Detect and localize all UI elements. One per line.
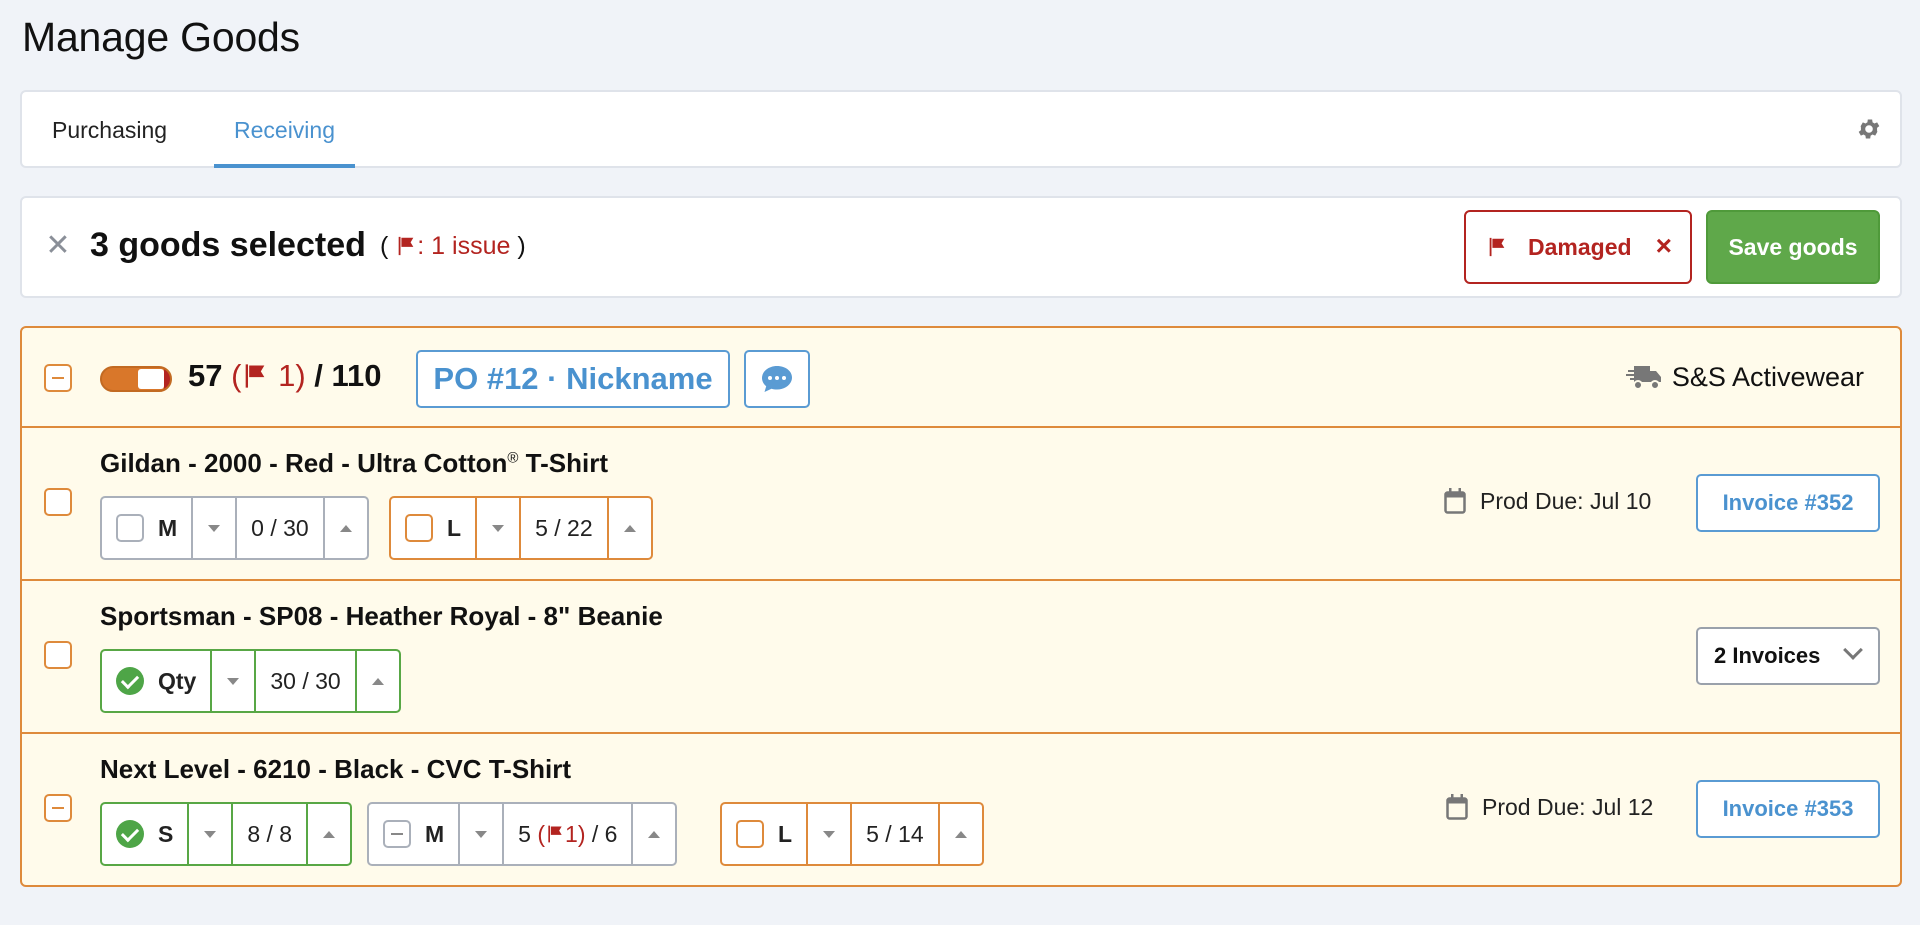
- check-circle-icon: [116, 667, 144, 695]
- selection-count: 3 goods selected: [90, 226, 366, 264]
- size-label: S: [102, 804, 187, 864]
- size-stepper-m: M 0 / 30: [100, 496, 369, 560]
- size-stepper-l: L 5 / 22: [389, 496, 653, 560]
- quantity-value[interactable]: 5 (1) / 6: [502, 804, 631, 864]
- size-checkbox[interactable]: [405, 514, 433, 542]
- selection-bar: ✕ 3 goods selected ( : 1 issue ) Damaged…: [20, 196, 1902, 298]
- list-item: Gildan - 2000 - Red - Ultra Cotton® T-Sh…: [22, 428, 1900, 581]
- size-label: L: [391, 498, 475, 558]
- progress-toggle[interactable]: [100, 366, 172, 392]
- quantity-value[interactable]: 5 / 22: [519, 498, 607, 558]
- purchase-order-panel: 57 ( 1) / 110 PO #12 · Nickname S&S Acti…: [20, 326, 1902, 887]
- flag-icon: [548, 825, 562, 843]
- tab-purchasing[interactable]: Purchasing: [32, 92, 187, 168]
- save-goods-button[interactable]: Save goods: [1706, 210, 1880, 284]
- issues-paren-open: (: [231, 358, 242, 393]
- calendar-icon: [1444, 488, 1466, 514]
- item-select-checkbox[interactable]: [44, 488, 72, 516]
- increment-button[interactable]: [606, 498, 651, 558]
- chevron-down-icon: [1843, 640, 1863, 660]
- item-title: Sportsman - SP08 - Heather Royal - 8" Be…: [100, 601, 663, 631]
- damaged-label: Damaged: [1528, 234, 1632, 260]
- vendor-name: S&S Activewear: [1625, 362, 1864, 393]
- total-count: 110: [331, 358, 382, 393]
- size-checkbox[interactable]: [383, 820, 411, 848]
- size-stepper-l: L 5 / 14: [720, 802, 984, 866]
- truck-icon: [1625, 366, 1661, 390]
- invoice-button[interactable]: Invoice #352: [1696, 474, 1880, 532]
- increment-button[interactable]: [322, 498, 367, 558]
- production-due: Prod Due: Jul 12: [1446, 794, 1653, 821]
- increment-button[interactable]: [937, 804, 982, 864]
- issues-count: 1: [278, 358, 296, 393]
- calendar-icon: [1446, 794, 1468, 820]
- item-title: Next Level - 6210 - Black - CVC T-Shirt: [100, 754, 572, 784]
- gear-icon[interactable]: [1856, 116, 1882, 142]
- size-checkbox[interactable]: [736, 820, 764, 848]
- increment-button[interactable]: [354, 651, 399, 711]
- issue-paren-open: (: [380, 232, 389, 260]
- item-select-checkbox[interactable]: [44, 641, 72, 669]
- tab-receiving[interactable]: Receiving: [214, 92, 355, 168]
- po-receive-counts: 57 ( 1) / 110: [188, 358, 382, 394]
- size-stepper-m: M 5 (1) / 6: [367, 802, 678, 866]
- issue-paren-close: ): [517, 232, 526, 260]
- issues-paren-close: ): [295, 358, 306, 393]
- quantity-value[interactable]: 5 / 14: [850, 804, 938, 864]
- flag-icon: [246, 364, 265, 388]
- damaged-filter-button[interactable]: Damaged ×: [1464, 210, 1692, 284]
- issue-count-text: : 1 issue: [417, 232, 511, 260]
- increment-button[interactable]: [306, 804, 350, 864]
- decrement-button[interactable]: [806, 804, 850, 864]
- quantity-value[interactable]: 8 / 8: [231, 804, 306, 864]
- increment-button[interactable]: [631, 804, 675, 864]
- size-label: Qty: [102, 651, 210, 711]
- invoice-button[interactable]: Invoice #353: [1696, 780, 1880, 838]
- decrement-button[interactable]: [210, 651, 254, 711]
- received-count: 57: [188, 358, 223, 393]
- size-checkbox[interactable]: [116, 514, 144, 542]
- decrement-button[interactable]: [191, 498, 235, 558]
- flag-icon: [1489, 237, 1505, 257]
- size-label: L: [722, 804, 806, 864]
- close-icon[interactable]: ✕: [40, 228, 76, 264]
- quantity-value[interactable]: 30 / 30: [254, 651, 354, 711]
- list-item: Sportsman - SP08 - Heather Royal - 8" Be…: [22, 581, 1900, 734]
- size-label: M: [102, 498, 191, 558]
- remove-icon[interactable]: ×: [1656, 230, 1672, 262]
- chat-bubble-icon: [762, 366, 792, 392]
- po-header: 57 ( 1) / 110 PO #12 · Nickname S&S Acti…: [22, 328, 1900, 428]
- flag-icon: [398, 236, 414, 256]
- qty-stepper: Qty 30 / 30: [100, 649, 401, 713]
- page-title: Manage Goods: [22, 14, 300, 60]
- size-stepper-s: S 8 / 8: [100, 802, 353, 866]
- item-select-checkbox[interactable]: [44, 794, 72, 822]
- selection-issue-summary: ( : 1 issue ): [380, 232, 526, 261]
- size-label: M: [369, 804, 458, 864]
- decrement-button[interactable]: [475, 498, 519, 558]
- decrement-button[interactable]: [458, 804, 502, 864]
- tab-bar: Purchasing Receiving: [20, 90, 1902, 168]
- list-item: Next Level - 6210 - Black - CVC T-Shirt …: [22, 734, 1900, 885]
- quantity-value[interactable]: 0 / 30: [235, 498, 323, 558]
- production-due: Prod Due: Jul 10: [1444, 488, 1651, 515]
- check-circle-icon: [116, 820, 144, 848]
- vendor-label: S&S Activewear: [1671, 362, 1864, 392]
- po-number-button[interactable]: PO #12 · Nickname: [416, 350, 730, 408]
- comments-button[interactable]: [744, 350, 810, 408]
- invoices-dropdown[interactable]: 2 Invoices: [1696, 627, 1880, 685]
- item-title: Gildan - 2000 - Red - Ultra Cotton® T-Sh…: [100, 448, 608, 478]
- decrement-button[interactable]: [187, 804, 231, 864]
- po-select-checkbox[interactable]: [44, 364, 72, 392]
- count-separator: /: [314, 358, 323, 393]
